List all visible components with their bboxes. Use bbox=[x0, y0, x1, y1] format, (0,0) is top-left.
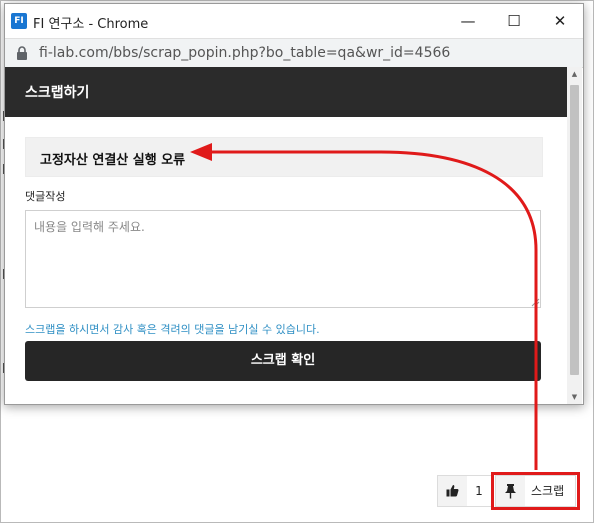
popup-header: 스크랩하기 bbox=[5, 67, 567, 117]
scrap-confirm-button[interactable]: 스크랩 확인 bbox=[25, 341, 541, 381]
comment-textarea[interactable] bbox=[25, 210, 541, 308]
scroll-down-icon[interactable]: ▼ bbox=[567, 392, 582, 402]
highlight-annotation bbox=[491, 472, 580, 510]
help-text: 스크랩을 하시면서 감사 혹은 격려의 댓글을 남기실 수 있습니다. bbox=[25, 323, 320, 336]
post-subject: 고정자산 연결산 실행 오류 bbox=[40, 153, 186, 168]
lock-icon bbox=[17, 46, 27, 60]
like-count: 1 bbox=[475, 484, 483, 498]
title-bar[interactable]: FI FI 연구소 - Chrome — ☐ ✕ bbox=[5, 4, 583, 38]
comment-label: 댓글작성 bbox=[25, 190, 66, 203]
app-logo-icon: FI bbox=[11, 13, 27, 29]
maximize-button[interactable]: ☐ bbox=[491, 4, 537, 38]
close-button[interactable]: ✕ bbox=[537, 4, 583, 38]
post-subject-box: 고정자산 연결산 실행 오류 bbox=[25, 137, 543, 177]
popup-window: FI FI 연구소 - Chrome — ☐ ✕ fi-lab.com/bbs/… bbox=[4, 3, 584, 405]
scrollbar[interactable]: ▲ ▼ bbox=[567, 67, 582, 404]
like-icon-box bbox=[438, 476, 467, 506]
like-button[interactable]: 1 bbox=[437, 475, 492, 507]
scroll-up-icon[interactable]: ▲ bbox=[567, 69, 582, 79]
popup-title: 스크랩하기 bbox=[25, 85, 90, 101]
thumbs-up-icon bbox=[446, 485, 459, 497]
popup-content: 스크랩하기 고정자산 연결산 실행 오류 댓글작성 스크랩을 하시면서 감사 혹… bbox=[5, 67, 567, 404]
url-text[interactable]: fi-lab.com/bbs/scrap_popin.php?bo_table=… bbox=[39, 45, 450, 61]
address-bar[interactable]: fi-lab.com/bbs/scrap_popin.php?bo_table=… bbox=[5, 38, 583, 68]
resize-grip-icon[interactable] bbox=[531, 298, 540, 307]
minimize-button[interactable]: — bbox=[445, 4, 491, 38]
window-title: FI 연구소 - Chrome bbox=[33, 17, 149, 32]
scroll-thumb[interactable] bbox=[570, 85, 579, 375]
